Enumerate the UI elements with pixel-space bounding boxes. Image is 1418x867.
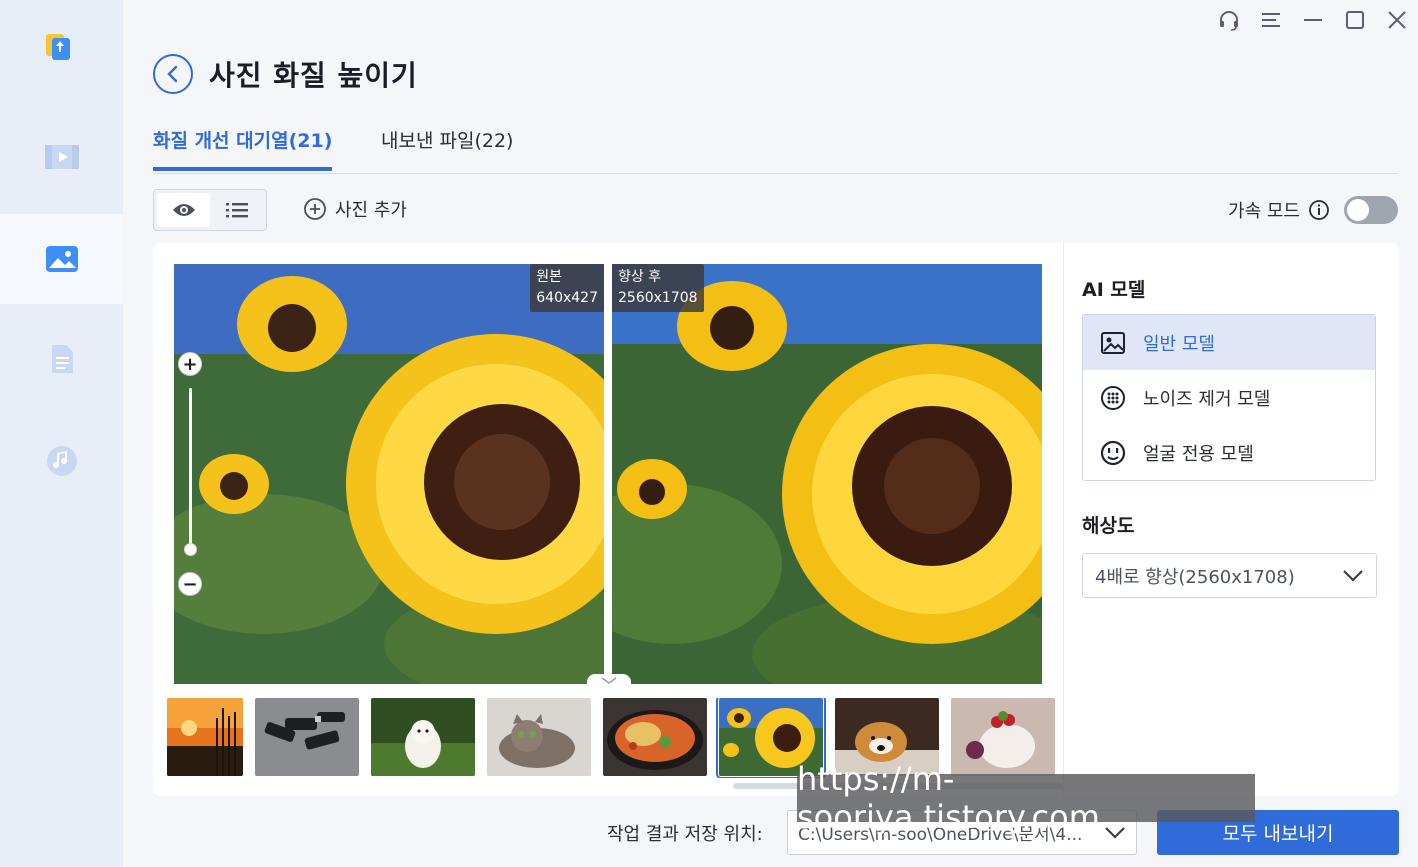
original-label-badge: 원본 640x427 <box>530 264 604 312</box>
model-face[interactable]: 얼굴 전용 모델 <box>1083 425 1375 480</box>
original-size: 640x427 <box>536 290 598 306</box>
enhanced-label: 향상 후 <box>618 269 662 285</box>
maximize-icon <box>1346 11 1364 29</box>
minimize-button[interactable] <box>1292 0 1334 40</box>
content-panel: 원본 640x427 향상 후 2560x1708 + − AI 모델 일반 모… <box>153 243 1399 796</box>
model-face-label: 얼굴 전용 모델 <box>1143 443 1254 465</box>
ai-model-title: AI 모델 <box>1082 279 1146 301</box>
image-icon <box>1101 331 1125 354</box>
sidebar <box>0 0 123 867</box>
zoom-in-button[interactable]: + <box>178 352 202 376</box>
chevron-down-icon <box>601 677 617 684</box>
add-photo-label: 사진 추가 <box>335 200 407 221</box>
photo-icon <box>45 246 78 272</box>
enhanced-size: 2560x1708 <box>618 290 698 306</box>
info-icon[interactable] <box>1308 199 1330 221</box>
ai-model-list: 일반 모델 노이즈 제거 모델 얼굴 전용 모델 <box>1082 314 1376 481</box>
page-title: 사진 화질 높이기 <box>209 59 418 92</box>
accel-mode: 가속 모드 <box>1228 196 1398 224</box>
resolution-select[interactable]: 4배로 향상(2560x1708) <box>1082 553 1377 598</box>
compare-handle[interactable] <box>587 674 631 688</box>
page-header: 사진 화질 높이기 <box>153 54 418 94</box>
close-icon <box>1388 11 1406 29</box>
noise-icon <box>1101 385 1125 410</box>
maximize-button[interactable] <box>1334 0 1376 40</box>
menu-icon <box>1262 13 1280 27</box>
sidebar-item-photo[interactable] <box>0 214 123 304</box>
face-icon <box>1100 440 1126 465</box>
list-icon <box>225 203 248 218</box>
list-view-button[interactable] <box>210 193 263 227</box>
model-general-label: 일반 모델 <box>1143 333 1215 355</box>
model-denoise[interactable]: 노이즈 제거 모델 <box>1083 370 1375 425</box>
zoom-track[interactable] <box>189 388 192 548</box>
eye-icon <box>172 204 195 216</box>
app-logo-icon <box>40 28 74 62</box>
minimize-icon <box>1304 19 1322 21</box>
save-location-label: 작업 결과 저장 위치: <box>607 824 763 845</box>
view-toggle <box>153 189 267 231</box>
thumbnail-food[interactable] <box>603 698 707 776</box>
preview-view-button[interactable] <box>157 193 210 227</box>
tab-bar: 화질 개선 대기열(21) 내보낸 파일(22) <box>153 116 1398 174</box>
original-image <box>174 264 604 684</box>
accel-mode-toggle[interactable] <box>1344 196 1398 224</box>
model-denoise-label: 노이즈 제거 모델 <box>1143 388 1271 410</box>
thumbnail-kitten[interactable] <box>487 698 591 776</box>
zoom-slider-knob[interactable] <box>184 543 197 556</box>
video-icon <box>44 145 79 169</box>
tab-exported-files[interactable]: 내보낸 파일(22) <box>381 126 513 167</box>
accel-mode-label: 가속 모드 <box>1228 201 1300 222</box>
enhanced-label-badge: 향상 후 2560x1708 <box>612 264 704 312</box>
resolution-title: 해상도 <box>1082 515 1135 537</box>
tab-enhance-queue[interactable]: 화질 개선 대기열(21) <box>153 126 333 171</box>
sidebar-item-video[interactable] <box>0 112 123 202</box>
document-icon <box>51 345 73 373</box>
thumbnail-puppy[interactable] <box>371 698 475 776</box>
zoom-control: + − <box>176 352 204 596</box>
add-photo-button[interactable]: 사진 추가 <box>303 196 407 222</box>
watermark: https://m-sooriya.tistory.com <box>797 760 1255 836</box>
back-button[interactable] <box>153 54 193 94</box>
chevron-down-icon <box>1343 569 1363 582</box>
zoom-out-button[interactable]: − <box>178 572 202 596</box>
resolution-value: 4배로 향상(2560x1708) <box>1095 566 1295 588</box>
sidebar-item-document[interactable] <box>0 314 123 404</box>
music-icon <box>46 446 77 476</box>
window-controls <box>1208 0 1418 40</box>
main-area: 사진 화질 높이기 화질 개선 대기열(21) 내보낸 파일(22) 사진 추가… <box>123 0 1418 867</box>
original-label: 원본 <box>536 269 563 285</box>
thumbnail-usb-drives[interactable] <box>255 698 359 776</box>
sidebar-item-audio[interactable] <box>0 416 123 506</box>
chevron-left-icon <box>167 65 178 83</box>
thumbnail-sunset[interactable] <box>167 698 243 776</box>
support-button[interactable] <box>1208 0 1250 40</box>
settings-panel: AI 모델 일반 모델 노이즈 제거 모델 얼굴 전용 모델 해상도 4배로 향… <box>1063 243 1399 796</box>
compare-divider[interactable] <box>604 264 612 684</box>
compare-preview: 원본 640x427 향상 후 2560x1708 + − <box>174 264 1042 688</box>
headset-icon <box>1220 11 1238 31</box>
model-general[interactable]: 일반 모델 <box>1083 315 1375 370</box>
enhanced-image <box>612 264 1042 684</box>
menu-button[interactable] <box>1250 0 1292 40</box>
plus-circle-icon <box>304 198 326 220</box>
close-button[interactable] <box>1376 0 1418 40</box>
